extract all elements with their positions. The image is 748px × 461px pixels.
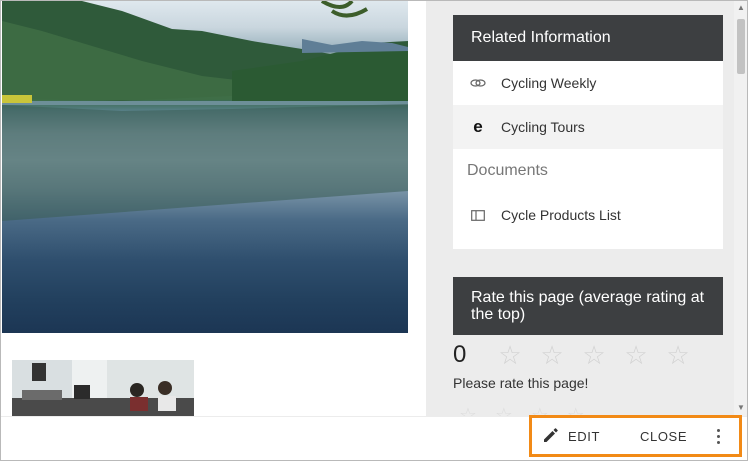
- close-button[interactable]: CLOSE: [640, 418, 687, 454]
- vertical-scrollbar[interactable]: ▲ ▼: [734, 1, 747, 416]
- related-information-title: Related Information: [453, 15, 723, 61]
- related-link-label: Cycling Weekly: [501, 75, 597, 91]
- rating-prompt: Please rate this page!: [453, 375, 589, 391]
- rating-row: 0 ☆ ☆ ☆ ☆ ☆: [453, 335, 723, 375]
- pencil-icon: [542, 426, 560, 447]
- document-label: Cycle Products List: [501, 207, 621, 223]
- related-link-cycling-tours[interactable]: e Cycling Tours: [453, 105, 723, 149]
- action-buttons-group: EDIT CLOSE: [529, 415, 742, 457]
- link-icon: [469, 74, 487, 92]
- star-icon[interactable]: ☆: [573, 340, 615, 371]
- scrollbar-thumb[interactable]: [737, 19, 745, 74]
- edit-button-label: EDIT: [568, 428, 601, 444]
- document-cycle-products-list[interactable]: Cycle Products List: [453, 193, 723, 237]
- related-link-label: Cycling Tours: [501, 119, 585, 135]
- office-thumbnail-image[interactable]: [12, 360, 194, 416]
- related-information-panel: Related Information Cycling Weekly e Cyc…: [453, 15, 723, 249]
- document-panel-icon: [469, 206, 487, 224]
- edge-browser-icon: e: [473, 117, 483, 136]
- star-icon[interactable]: ☆: [531, 340, 573, 371]
- documents-heading: Documents: [467, 162, 548, 179]
- star-icon[interactable]: ☆: [615, 340, 657, 371]
- edit-button[interactable]: EDIT: [542, 418, 600, 454]
- more-options-icon[interactable]: [711, 418, 725, 454]
- scroll-up-arrow-icon[interactable]: ▲: [736, 3, 746, 13]
- star-icon[interactable]: ☆: [489, 340, 531, 371]
- rating-panel: Rate this page (average rating at the to…: [453, 277, 723, 416]
- rating-title: Rate this page (average rating at the to…: [453, 277, 723, 335]
- close-button-label: CLOSE: [640, 428, 688, 444]
- rating-value: 0: [453, 341, 467, 368]
- dialog-frame: Related Information Cycling Weekly e Cyc…: [0, 0, 748, 461]
- star-icon[interactable]: ☆: [657, 340, 699, 371]
- scroll-down-arrow-icon[interactable]: ▼: [736, 403, 746, 413]
- lake-landscape-image: [2, 1, 408, 333]
- related-link-cycling-weekly[interactable]: Cycling Weekly: [453, 61, 723, 105]
